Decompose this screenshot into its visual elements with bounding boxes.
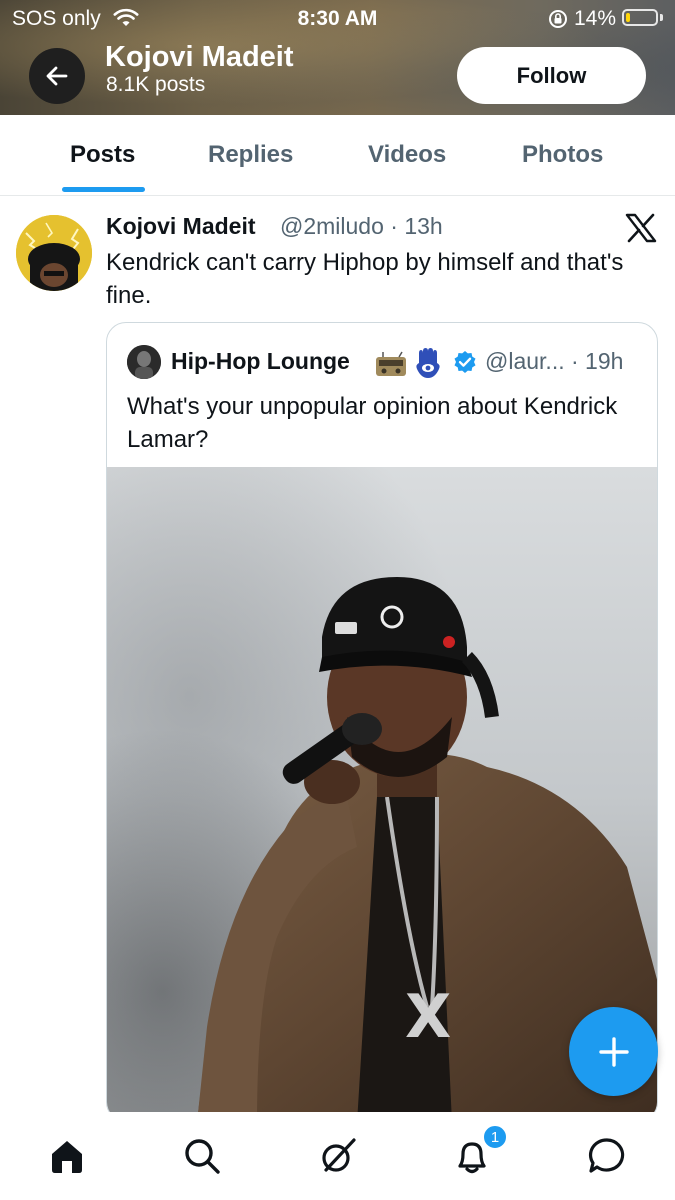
grok-icon[interactable] — [316, 1134, 360, 1178]
battery-percent: 14% — [574, 7, 617, 30]
follow-button[interactable]: Follow — [457, 47, 646, 104]
performer-photo[interactable]: X — [107, 467, 657, 1121]
profile-tabs: Posts Replies Videos Photos — [0, 115, 675, 196]
tab-posts[interactable]: Posts — [70, 141, 135, 169]
quoted-author-name: Hip-Hop Lounge — [171, 348, 350, 374]
tab-videos[interactable]: Videos — [368, 141, 446, 169]
arrow-left-icon — [46, 66, 68, 86]
notification-badge: 1 — [482, 1124, 508, 1150]
search-icon[interactable] — [180, 1134, 224, 1178]
tab-photos[interactable]: Photos — [522, 141, 603, 169]
x-logo-icon — [625, 213, 657, 248]
tweet-handle-time: @2miludo · 13h — [280, 213, 443, 239]
active-tab-indicator — [62, 187, 145, 192]
tweet-author-name[interactable]: Kojovi Madeit — [106, 213, 256, 240]
tab-replies[interactable]: Replies — [208, 141, 293, 169]
post-count: 8.1K posts — [106, 73, 206, 96]
home-icon[interactable] — [45, 1134, 89, 1178]
avatar[interactable] — [16, 215, 92, 291]
battery-icon — [622, 9, 658, 26]
hamsa-emoji-icon — [413, 347, 443, 384]
status-bar: SOS only 8:30 AM 14% — [0, 0, 675, 38]
messages-icon[interactable] — [585, 1134, 629, 1178]
radio-emoji-icon — [375, 351, 407, 382]
compose-button[interactable] — [569, 1007, 658, 1096]
tweet-text: Kendrick can't carry Hiphop by himself a… — [106, 249, 624, 309]
plus-icon — [598, 1036, 629, 1067]
verified-badge-icon — [453, 350, 477, 379]
quoted-handle-time: @laur... · 19h — [485, 348, 624, 374]
profile-header: SOS only 8:30 AM 14% Kojovi Madeit 8.1K … — [0, 0, 675, 115]
back-button[interactable] — [29, 48, 85, 104]
quoted-avatar — [127, 345, 161, 379]
bottom-nav — [0, 1112, 675, 1200]
svg-text:X: X — [405, 982, 451, 1052]
quoted-tweet-text: What's your unpopular opinion about Kend… — [127, 393, 618, 453]
profile-name: Kojovi Madeit — [105, 41, 294, 73]
battery-tip — [660, 14, 663, 21]
rotation-lock-icon — [548, 9, 568, 34]
quoted-tweet[interactable]: Hip-Hop Lounge @laur... · 19h What's you… — [106, 322, 658, 1122]
